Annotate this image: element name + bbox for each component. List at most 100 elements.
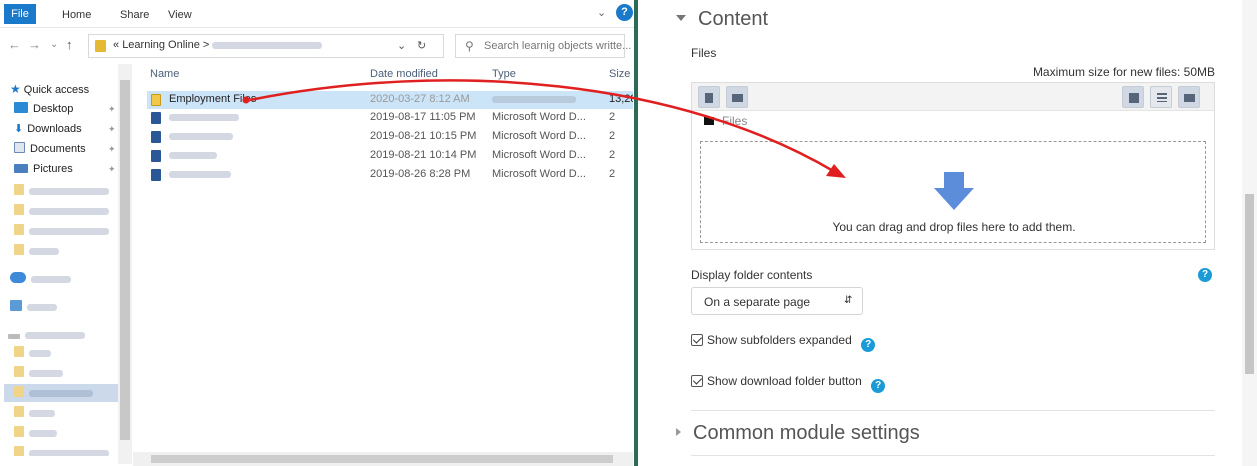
- file-size: 2: [609, 111, 616, 123]
- file-row[interactable]: 2019-08-21 10:14 PM Microsoft Word D... …: [147, 147, 633, 165]
- scrollbar-thumb[interactable]: [151, 455, 613, 463]
- display-folder-select[interactable]: On a separate page ⇵: [691, 287, 863, 315]
- nav-item-desktop[interactable]: Desktop: [14, 100, 73, 118]
- nav-item-documents[interactable]: Documents: [14, 140, 86, 158]
- nav-blurred-item[interactable]: [14, 444, 109, 456]
- help-icon[interactable]: ?: [871, 379, 886, 393]
- computer-icon: [10, 300, 22, 311]
- file-row-employment[interactable]: Employment Files 2020-03-27 8:12 AM 13,2…: [147, 91, 633, 109]
- help-icon[interactable]: ?: [616, 4, 633, 21]
- file-date: 2019-08-17 11:05 PM: [370, 111, 476, 123]
- quick-access-item[interactable]: ★ Quick access: [10, 80, 89, 98]
- file-row[interactable]: 2019-08-26 8:28 PM Microsoft Word D... 2: [147, 166, 633, 184]
- file-icon: [705, 93, 713, 103]
- file-date: 2019-08-21 10:15 PM: [370, 130, 477, 142]
- nav-blurred-item[interactable]: [14, 364, 63, 382]
- nav-blurred-item[interactable]: [14, 202, 109, 220]
- pin-icon[interactable]: ✦: [108, 104, 116, 115]
- nav-blurred-item[interactable]: [14, 424, 57, 442]
- word-doc-icon: [151, 169, 161, 181]
- column-header-type[interactable]: Type: [492, 68, 516, 80]
- folder-icon: [14, 406, 24, 417]
- page-scrollbar[interactable]: [1242, 0, 1257, 466]
- refresh-icon[interactable]: ↻: [417, 39, 426, 52]
- ribbon-tab-file[interactable]: File: [4, 4, 36, 24]
- folder-icon: [14, 426, 24, 437]
- drop-zone[interactable]: You can drag and drop files here to add …: [700, 141, 1206, 243]
- select-arrows-icon: ⇵: [844, 295, 853, 306]
- ribbon-tab-home[interactable]: Home: [62, 6, 91, 24]
- nav-blurred-item[interactable]: [14, 344, 51, 362]
- file-size: 2: [609, 168, 616, 180]
- address-dropdown-icon[interactable]: ⌄: [397, 39, 406, 52]
- address-separator: >: [202, 39, 210, 51]
- checkbox-checked[interactable]: [691, 375, 703, 387]
- nav-item-downloads[interactable]: ⬇ Downloads: [14, 120, 82, 138]
- recent-locations-icon[interactable]: ⌄: [50, 39, 58, 50]
- pin-icon[interactable]: ✦: [108, 124, 116, 135]
- ribbon-tab-share[interactable]: Share: [120, 6, 149, 24]
- nav-blurred-item-selected[interactable]: [14, 384, 93, 402]
- help-icon[interactable]: ?: [861, 338, 876, 352]
- back-arrow-icon[interactable]: ←: [8, 37, 21, 52]
- show-subfolders-checkbox-row[interactable]: Show subfolders expanded ?: [691, 333, 876, 352]
- zip-folder-icon: [151, 94, 161, 106]
- ribbon-tab-view[interactable]: View: [168, 6, 192, 24]
- navigation-pane: ★ Quick access Desktop ✦ ⬇ Downloads ✦ Doc…: [0, 64, 132, 456]
- scrollbar-thumb[interactable]: [1245, 194, 1254, 374]
- add-file-button[interactable]: [698, 86, 720, 108]
- folder-icon: [704, 117, 714, 125]
- horizontal-scrollbar[interactable]: [133, 452, 633, 466]
- file-manager-path[interactable]: Files: [704, 114, 747, 128]
- moodle-settings-panel: Content Files Maximum size for new files…: [638, 0, 1257, 466]
- pin-icon[interactable]: ✦: [108, 144, 116, 155]
- column-header-size[interactable]: Size: [609, 68, 630, 80]
- forward-arrow-icon[interactable]: →: [28, 37, 41, 52]
- drop-zone-text: You can drag and drop files here to add …: [832, 220, 1076, 234]
- nav-blurred-item[interactable]: [8, 326, 85, 344]
- file-date: 2019-08-21 10:14 PM: [370, 149, 477, 161]
- folder-icon: [14, 224, 24, 235]
- address-bar[interactable]: « Learning Online > ⌄ ↻: [88, 34, 444, 58]
- max-size-note: Maximum size for new files: 50MB: [1032, 65, 1215, 79]
- nav-blurred-item[interactable]: [14, 242, 59, 260]
- pin-icon[interactable]: ✦: [108, 164, 116, 175]
- nav-blurred-item[interactable]: [10, 298, 57, 316]
- help-icon[interactable]: ?: [1198, 268, 1212, 282]
- folder-icon: [1184, 94, 1195, 102]
- drop-arrow-icon: [934, 172, 974, 210]
- nav-blurred-item[interactable]: [14, 404, 55, 422]
- checkbox-checked[interactable]: [691, 334, 703, 346]
- create-folder-button[interactable]: [726, 86, 748, 108]
- nav-blurred-item[interactable]: [14, 222, 109, 240]
- file-explorer-window: File Home Share View ⌄ ? ← → ⌄ ↑ « Learn…: [0, 0, 636, 466]
- section-common-header[interactable]: Common module settings: [676, 422, 920, 445]
- star-icon: ★: [10, 82, 21, 96]
- up-arrow-icon[interactable]: ↑: [66, 37, 73, 52]
- nav-blurred-item[interactable]: [14, 182, 109, 200]
- column-header-date[interactable]: Date modified: [370, 68, 438, 80]
- ribbon-expand-icon[interactable]: ⌄: [597, 6, 606, 19]
- search-box[interactable]: ⚲ Search learnig objects writte...: [455, 34, 631, 58]
- address-segment[interactable]: Learning Online: [122, 39, 200, 51]
- file-date: 2020-03-27 8:12 AM: [370, 93, 470, 105]
- file-row[interactable]: 2019-08-21 10:15 PM Microsoft Word D... …: [147, 128, 633, 146]
- file-row[interactable]: 2019-08-17 11:05 PM Microsoft Word D... …: [147, 109, 633, 127]
- nav-pane-scrollbar[interactable]: [118, 64, 132, 464]
- file-manager-toolbar: [692, 83, 1214, 111]
- folder-icon: [14, 366, 24, 377]
- folder-icon: [14, 244, 24, 255]
- nav-item-pictures[interactable]: Pictures: [14, 160, 73, 178]
- folder-icon: [14, 184, 24, 195]
- blurred-file-name: [169, 151, 217, 159]
- view-details-button[interactable]: [1150, 86, 1172, 108]
- view-tree-button[interactable]: [1178, 86, 1200, 108]
- nav-blurred-item[interactable]: [10, 270, 71, 288]
- section-content-header[interactable]: Content: [676, 8, 768, 31]
- column-header-name[interactable]: Name: [150, 68, 179, 80]
- show-download-checkbox-row[interactable]: Show download folder button ?: [691, 374, 886, 393]
- file-size: 13,28: [609, 93, 633, 105]
- scrollbar-thumb[interactable]: [120, 80, 130, 440]
- desktop-icon: [14, 102, 28, 113]
- view-icons-button[interactable]: [1122, 86, 1144, 108]
